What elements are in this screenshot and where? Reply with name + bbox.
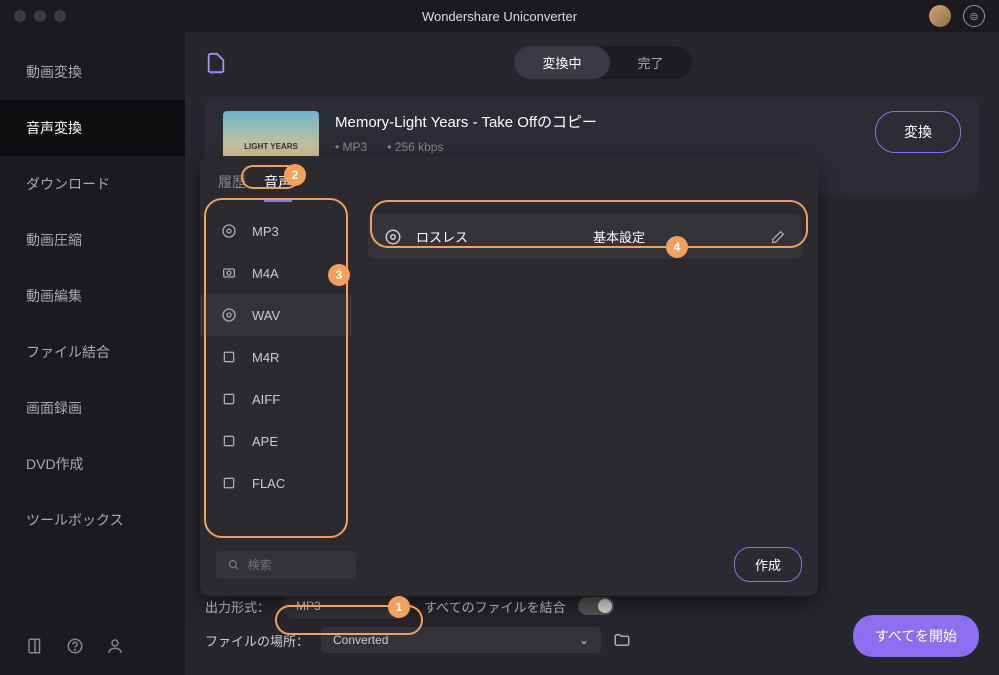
- help-icon[interactable]: [66, 637, 84, 655]
- merge-label: すべてのファイルを結合: [424, 597, 566, 616]
- sidebar-item-video-edit[interactable]: 動画編集: [0, 268, 185, 324]
- search-icon: [228, 558, 240, 572]
- status-tabs: 変換中 完了: [514, 46, 691, 79]
- file-icon: [220, 349, 238, 365]
- file-bitrate: 256 kbps: [387, 140, 443, 154]
- preset-label: ロスレス: [416, 227, 468, 246]
- window-controls[interactable]: [14, 10, 66, 22]
- sidebar-item-video-compress[interactable]: 動画圧縮: [0, 212, 185, 268]
- file-icon: [220, 475, 238, 491]
- start-all-button[interactable]: すべてを開始: [853, 615, 979, 657]
- search-box[interactable]: [216, 551, 356, 579]
- minimize-window-icon[interactable]: [34, 10, 46, 22]
- format-wav[interactable]: WAV: [200, 294, 352, 336]
- preset-setting: 基本設定: [593, 227, 645, 246]
- sidebar-item-video-convert[interactable]: 動画変換: [0, 44, 185, 100]
- titlebar: Wondershare Uniconverter ⊜: [0, 0, 999, 32]
- annotation-4: 4: [666, 236, 688, 258]
- search-input[interactable]: [248, 558, 344, 572]
- disc-icon: [220, 223, 238, 239]
- disc-icon: [220, 265, 238, 281]
- account-icon[interactable]: [106, 637, 124, 655]
- format-dropdown-panel: 履歴 音声 MP3 M4A WAV M4R AIFF APE FLAC ロスレス…: [200, 156, 818, 596]
- chevron-down-icon: ⌄: [579, 633, 589, 647]
- sidebar-item-screen-record[interactable]: 画面録画: [0, 380, 185, 436]
- disc-icon: [384, 228, 402, 246]
- close-window-icon[interactable]: [14, 10, 26, 22]
- annotation-3: 3: [328, 264, 350, 286]
- format-m4r[interactable]: M4R: [200, 336, 352, 378]
- sidebar-item-audio-convert[interactable]: 音声変換: [0, 100, 185, 156]
- sidebar-item-toolbox[interactable]: ツールボックス: [0, 492, 185, 548]
- location-value: Converted: [333, 633, 388, 647]
- convert-button[interactable]: 変換: [875, 111, 961, 153]
- avatar[interactable]: [929, 5, 951, 27]
- bottom-bar: 出力形式： MP3 ⌄ すべてのファイルを結合 ファイルの場所： Convert…: [185, 583, 999, 675]
- output-format-label: 出力形式：: [205, 597, 270, 616]
- location-select[interactable]: Converted ⌄: [321, 627, 601, 653]
- folder-icon[interactable]: [613, 631, 631, 649]
- format-flac[interactable]: FLAC: [200, 462, 352, 504]
- file-format: MP3: [335, 140, 367, 154]
- edit-icon[interactable]: [770, 229, 786, 245]
- preset-row[interactable]: ロスレス 基本設定: [368, 214, 802, 259]
- format-mp3[interactable]: MP3: [200, 210, 352, 252]
- format-aiff[interactable]: AIFF: [200, 378, 352, 420]
- sidebar-item-download[interactable]: ダウンロード: [0, 156, 185, 212]
- disc-icon: [220, 307, 238, 323]
- annotation-2: 2: [284, 164, 306, 186]
- app-title: Wondershare Uniconverter: [422, 9, 577, 24]
- merge-toggle[interactable]: [578, 597, 614, 615]
- book-icon[interactable]: [26, 637, 44, 655]
- messages-icon[interactable]: ⊜: [963, 5, 985, 27]
- file-title: Memory-Light Years - Take Offのコピー: [335, 111, 859, 132]
- sidebar-item-dvd[interactable]: DVD作成: [0, 436, 185, 492]
- add-file-icon[interactable]: [205, 52, 227, 74]
- location-label: ファイルの場所：: [205, 631, 309, 650]
- format-list: MP3 M4A WAV M4R AIFF APE FLAC: [200, 202, 352, 533]
- maximize-window-icon[interactable]: [54, 10, 66, 22]
- output-format-value: MP3: [296, 599, 321, 613]
- tab-converting[interactable]: 変換中: [514, 46, 609, 79]
- file-icon: [220, 391, 238, 407]
- annotation-1: 1: [388, 596, 410, 618]
- format-ape[interactable]: APE: [200, 420, 352, 462]
- sidebar-item-file-merge[interactable]: ファイル結合: [0, 324, 185, 380]
- create-button[interactable]: 作成: [734, 547, 802, 582]
- file-icon: [220, 433, 238, 449]
- sidebar: 動画変換 音声変換 ダウンロード 動画圧縮 動画編集 ファイル結合 画面録画 D…: [0, 32, 185, 675]
- dropdown-tab-history[interactable]: 履歴: [218, 172, 246, 202]
- tab-done[interactable]: 完了: [610, 46, 692, 79]
